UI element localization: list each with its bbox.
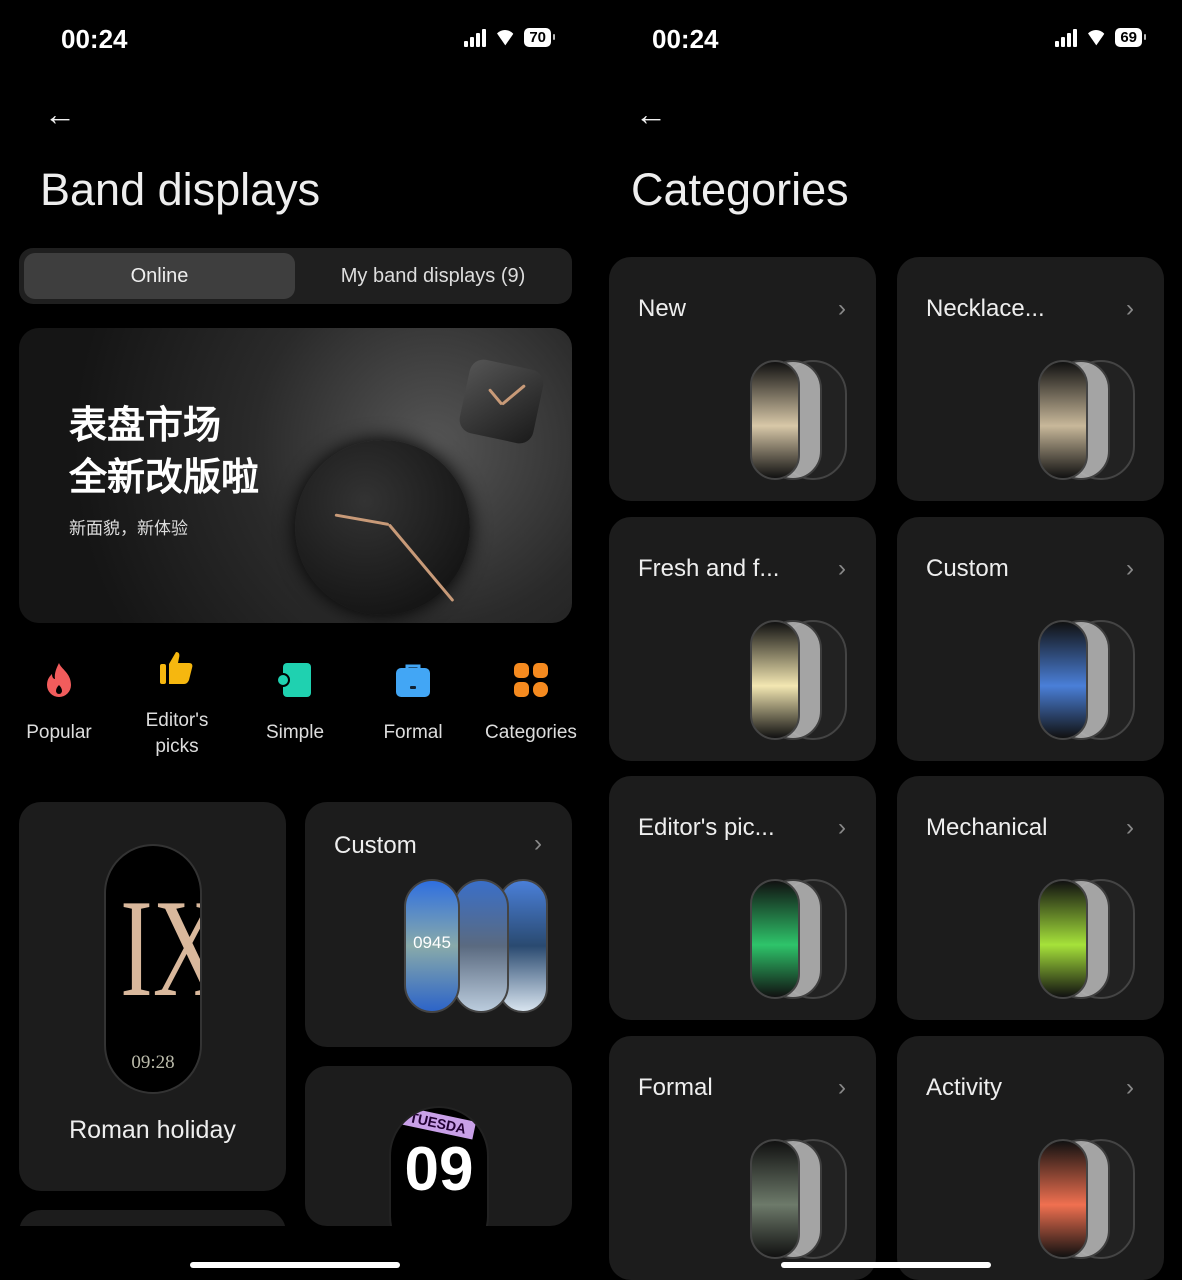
watch-face-preview: IX 09:28	[104, 844, 202, 1094]
watch-face-preview	[750, 619, 800, 740]
chevron-right-icon: ›	[1126, 1073, 1134, 1101]
battery-icon: 70	[524, 28, 555, 47]
category-formal[interactable]: Formal	[354, 662, 472, 760]
chevron-right-icon: ›	[838, 554, 846, 582]
band-displays-screen: 00:24 70 ← Band displays Online My band …	[0, 0, 591, 1280]
chevron-right-icon: ›	[1126, 814, 1134, 841]
watch-face-preview	[750, 879, 800, 999]
category-card[interactable]: Formal ›	[609, 1035, 876, 1280]
custom-card[interactable]: Custom › 0945	[305, 802, 572, 1047]
watch-face-preview	[1038, 360, 1088, 480]
status-icons: 70	[464, 28, 555, 47]
chevron-right-icon: ›	[838, 295, 846, 322]
chevron-right-icon: ›	[838, 1073, 846, 1101]
category-card[interactable]: New ›	[609, 257, 876, 501]
category-simple[interactable]: Simple	[236, 662, 354, 760]
briefcase-icon	[395, 662, 431, 698]
signal-icon	[1055, 28, 1078, 47]
chevron-right-icon: ›	[1126, 295, 1134, 322]
banner-headline: 表盘市场 全新改版啦	[69, 405, 260, 499]
category-card[interactable]: Editor's pic... ›	[609, 776, 876, 1020]
tab-my-band-displays[interactable]: My band displays (9)	[299, 253, 567, 299]
promo-banner[interactable]: 表盘市场 全新改版啦 新面貌，新体验	[19, 328, 572, 623]
thumbs-up-icon	[159, 650, 195, 686]
watch-face-preview	[1038, 619, 1088, 740]
face-card[interactable]: TUESDA 09	[305, 1066, 572, 1226]
category-categories[interactable]: Categories	[472, 662, 590, 760]
categories-screen: 00:24 69 ← Categories New › Necklace... …	[591, 0, 1182, 1280]
face-name: Roman holiday	[69, 1116, 236, 1144]
category-popular[interactable]: Popular	[0, 662, 118, 760]
watch-face-preview	[750, 360, 800, 480]
watch-face-preview	[1038, 879, 1088, 999]
grid-icon	[513, 662, 549, 698]
home-indicator[interactable]	[190, 1262, 400, 1268]
category-card[interactable]: Mechanical ›	[897, 776, 1164, 1020]
tab-online[interactable]: Online	[24, 253, 295, 299]
wifi-icon	[1085, 30, 1107, 46]
chevron-right-icon: ›	[534, 830, 542, 857]
signal-icon	[464, 28, 487, 47]
status-icons: 69	[1055, 28, 1146, 47]
featured-face-card[interactable]: IX 09:28 Roman holiday	[19, 802, 286, 1191]
status-time: 00:24	[652, 24, 719, 54]
simple-icon	[277, 662, 313, 698]
watch-face-preview	[1038, 1138, 1088, 1259]
quick-categories: Popular Editor's picks Simple Formal Cat…	[0, 652, 591, 760]
battery-icon: 69	[1115, 28, 1146, 47]
watch-face-preview: 0945	[404, 879, 460, 1013]
category-card[interactable]: Activity ›	[897, 1035, 1164, 1280]
status-time: 00:24	[61, 24, 128, 54]
tab-bar: Online My band displays (9)	[19, 248, 572, 304]
watch-face-preview	[750, 1138, 800, 1259]
category-card[interactable]: Necklace... ›	[897, 257, 1164, 501]
flame-icon	[41, 662, 77, 698]
chevron-right-icon: ›	[838, 814, 846, 841]
category-card[interactable]: Custom ›	[897, 516, 1164, 761]
home-indicator[interactable]	[781, 1262, 991, 1268]
wifi-icon	[494, 30, 516, 46]
back-button[interactable]: ←	[635, 96, 667, 133]
page-title: Band displays	[40, 164, 321, 215]
category-editors-picks[interactable]: Editor's picks	[118, 650, 236, 760]
chevron-right-icon: ›	[1126, 554, 1134, 582]
category-card[interactable]: Fresh and f... ›	[609, 516, 876, 761]
banner-subtitle: 新面貌，新体验	[69, 519, 188, 538]
back-button[interactable]: ←	[44, 96, 76, 133]
page-title: Categories	[631, 164, 849, 215]
